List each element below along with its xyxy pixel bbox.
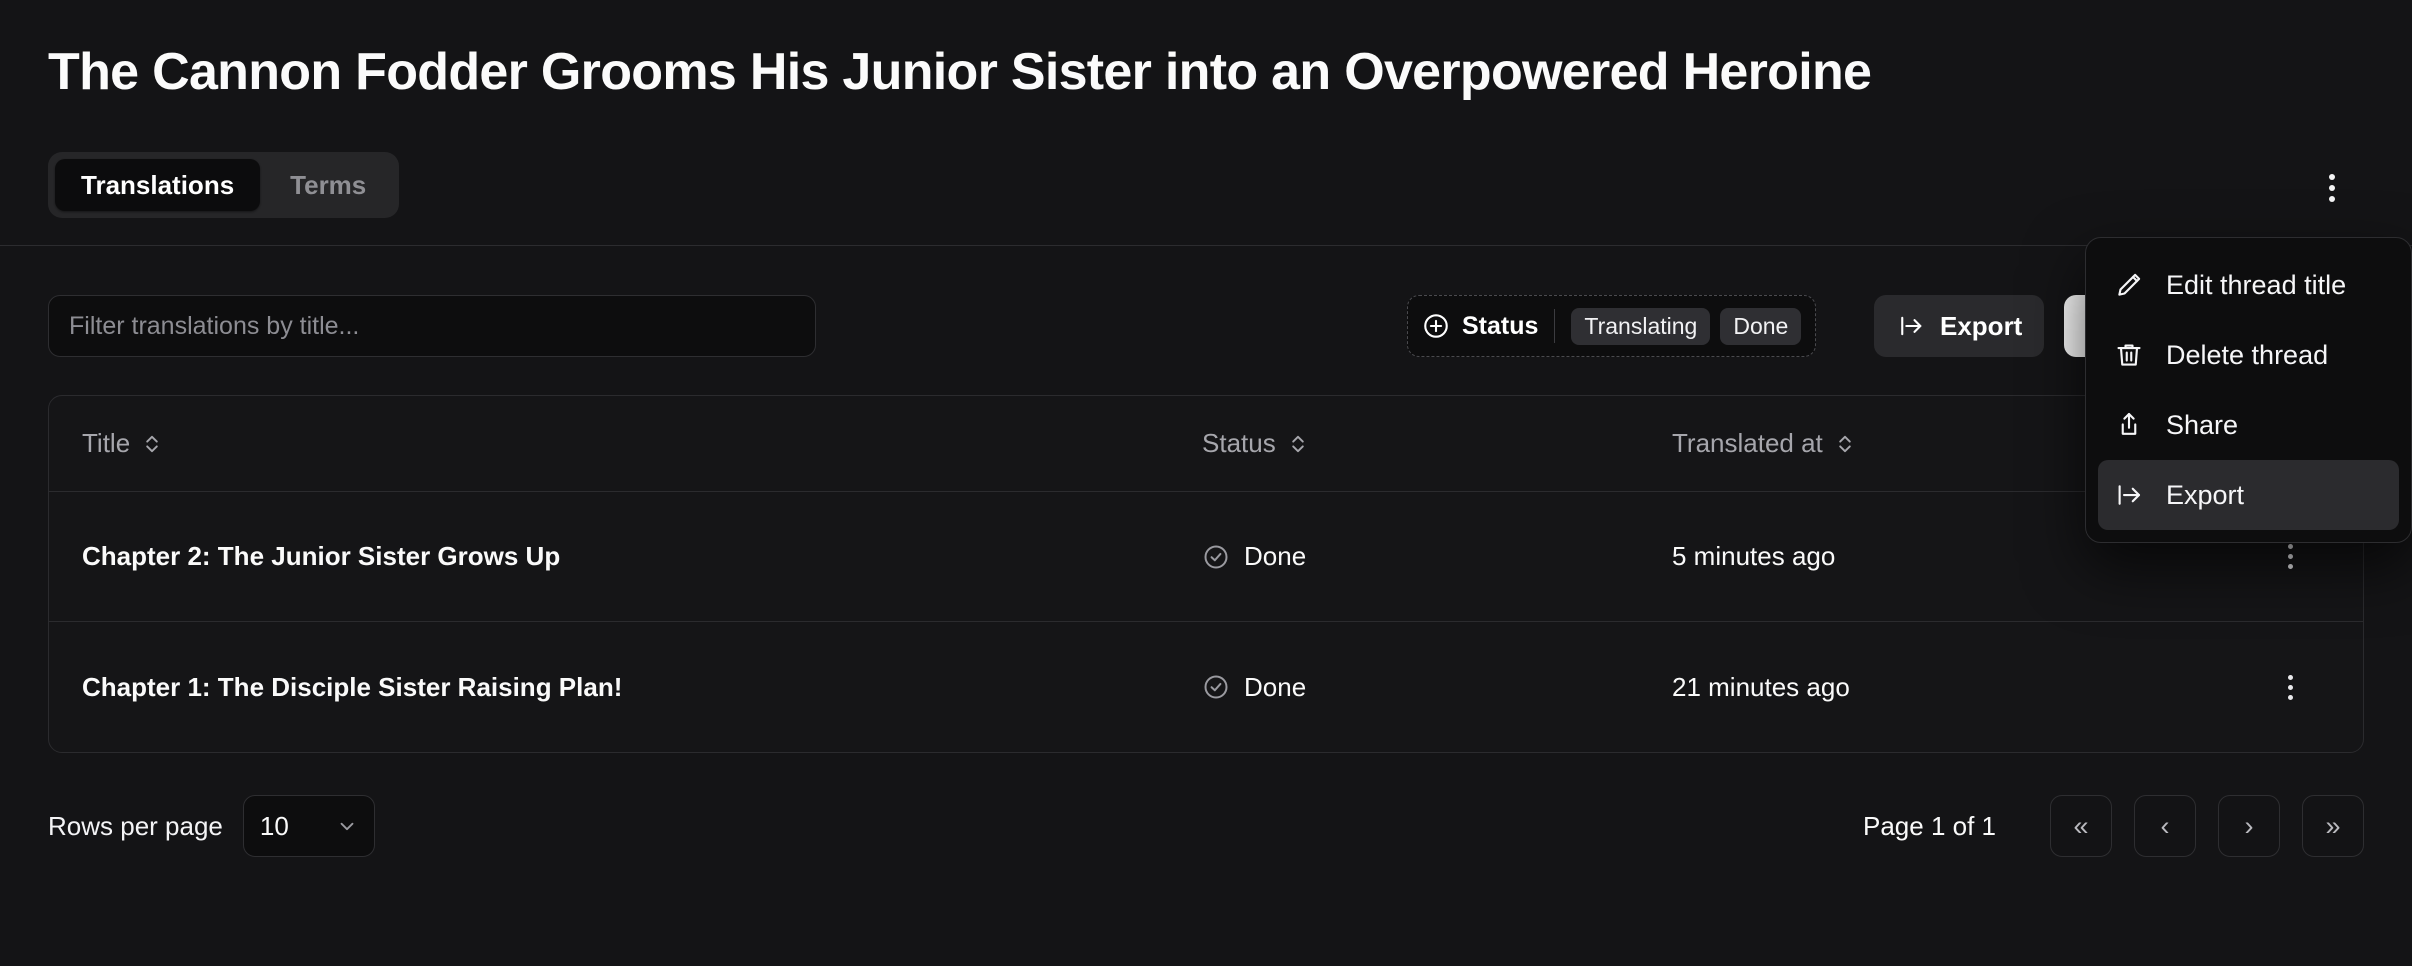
status-badge-done[interactable]: Done <box>1720 307 1802 345</box>
kebab-vertical-icon <box>2287 564 2293 569</box>
tab-terms[interactable]: Terms <box>264 159 392 211</box>
tabs-row: Translations Terms <box>48 152 400 218</box>
thread-menu-button[interactable] <box>2304 160 2360 216</box>
kebab-vertical-icon <box>2287 554 2293 559</box>
trash-icon <box>2114 340 2144 370</box>
chevron-down-icon <box>336 815 358 837</box>
menu-item-delete-thread[interactable]: Delete thread <box>2098 320 2399 390</box>
sort-title-button[interactable]: Title <box>82 428 162 459</box>
kebab-vertical-icon <box>2287 674 2293 680</box>
rows-per-page-select[interactable]: 10 <box>242 795 375 857</box>
circle-check-icon <box>1202 543 1230 571</box>
header-divider <box>0 245 2412 246</box>
export-icon <box>1896 311 1926 341</box>
last-page-button[interactable]: » <box>2302 795 2364 857</box>
export-button-label: Export <box>1940 310 2023 341</box>
chevron-up-down-icon <box>1835 432 1855 456</box>
menu-item-label: Export <box>2166 479 2245 510</box>
kebab-vertical-icon <box>2329 196 2335 202</box>
row-title-cell: Chapter 2: The Junior Sister Grows Up <box>82 541 1202 572</box>
rows-per-page-value: 10 <box>259 810 289 841</box>
tab-list: Translations Terms <box>48 152 400 218</box>
status-badge: Done <box>1202 541 1672 572</box>
table-header-status-label: Status <box>1202 428 1276 458</box>
next-page-button[interactable]: › <box>2218 795 2280 857</box>
row-menu-button[interactable] <box>2266 663 2314 711</box>
pencil-icon <box>2114 270 2144 300</box>
menu-item-share[interactable]: Share <box>2098 390 2399 460</box>
export-button[interactable]: Export <box>1874 295 2045 357</box>
row-status-label: Done <box>1244 671 1307 702</box>
kebab-vertical-icon <box>2287 544 2293 549</box>
sort-translated-at-button[interactable]: Translated at <box>1672 428 1855 459</box>
menu-item-label: Edit thread title <box>2166 269 2347 300</box>
row-translated-at-cell: 21 minutes ago <box>1672 672 2250 703</box>
menu-item-export[interactable]: Export <box>2098 460 2399 530</box>
previous-page-button[interactable]: ‹ <box>2134 795 2196 857</box>
status-filter-button[interactable]: Status Translating Done <box>1407 295 1817 357</box>
row-status-cell: Done <box>1202 541 1672 572</box>
row-status-label: Done <box>1244 541 1307 571</box>
tab-translations[interactable]: Translations <box>55 159 261 211</box>
row-translated-at-label: 21 minutes ago <box>1672 671 1850 702</box>
translations-table: Title Status Translated at Chapter 2: Th… <box>48 395 2364 753</box>
kebab-vertical-icon <box>2329 174 2335 180</box>
menu-item-label: Delete thread <box>2166 339 2329 370</box>
status-badge-translating[interactable]: Translating <box>1571 307 1711 345</box>
plus-circle-icon <box>1422 312 1450 340</box>
row-translated-at-label: 5 minutes ago <box>1672 541 1836 571</box>
status-filter-label: Status <box>1462 311 1539 340</box>
filter-translations-input[interactable] <box>48 295 816 357</box>
kebab-vertical-icon <box>2287 684 2293 690</box>
translations-page: The Cannon Fodder Grooms His Junior Sist… <box>0 0 2412 966</box>
export-icon <box>2114 480 2144 510</box>
kebab-vertical-icon <box>2287 694 2293 700</box>
page-title: The Cannon Fodder Grooms His Junior Sist… <box>48 43 1872 101</box>
thread-context-menu: Edit thread title Delete thread Share Ex… <box>2085 237 2412 543</box>
menu-item-label: Share <box>2166 409 2239 440</box>
table-header-title-cell: Title <box>82 428 1202 459</box>
share-icon <box>2114 410 2144 440</box>
pagination: Page 1 of 1 « ‹ › » <box>1863 795 2364 857</box>
status-badge: Done <box>1202 672 1672 703</box>
table-footer: Rows per page 10 Page 1 of 1 « ‹ › » <box>48 778 2364 874</box>
first-page-button[interactable]: « <box>2050 795 2112 857</box>
row-action-cell <box>2250 663 2330 711</box>
sort-status-button[interactable]: Status <box>1202 428 1308 459</box>
chevron-up-down-icon <box>1288 432 1308 456</box>
table-row[interactable]: Chapter 1: The Disciple Sister Raising P… <box>49 622 2363 752</box>
chevron-up-down-icon <box>142 432 162 456</box>
table-row[interactable]: Chapter 2: The Junior Sister Grows Up Do… <box>49 492 2363 622</box>
kebab-vertical-icon <box>2329 185 2335 191</box>
table-header-row: Title Status Translated at <box>49 396 2363 492</box>
circle-check-icon <box>1202 673 1230 701</box>
table-header-title-label: Title <box>82 428 131 458</box>
row-status-cell: Done <box>1202 672 1672 703</box>
page-info-label: Page 1 of 1 <box>1863 810 1996 841</box>
row-title-label: Chapter 2: The Junior Sister Grows Up <box>82 541 561 571</box>
row-title-label: Chapter 1: The Disciple Sister Raising P… <box>82 671 623 702</box>
table-header-status-cell: Status <box>1202 428 1672 459</box>
table-header-translated-at-label: Translated at <box>1672 428 1823 458</box>
menu-item-edit-thread-title[interactable]: Edit thread title <box>2098 250 2399 320</box>
status-filter-separator <box>1554 309 1556 343</box>
row-translated-at-cell: 5 minutes ago <box>1672 541 2250 572</box>
row-title-cell: Chapter 1: The Disciple Sister Raising P… <box>82 672 1202 703</box>
rows-per-page-label: Rows per page <box>48 810 223 841</box>
